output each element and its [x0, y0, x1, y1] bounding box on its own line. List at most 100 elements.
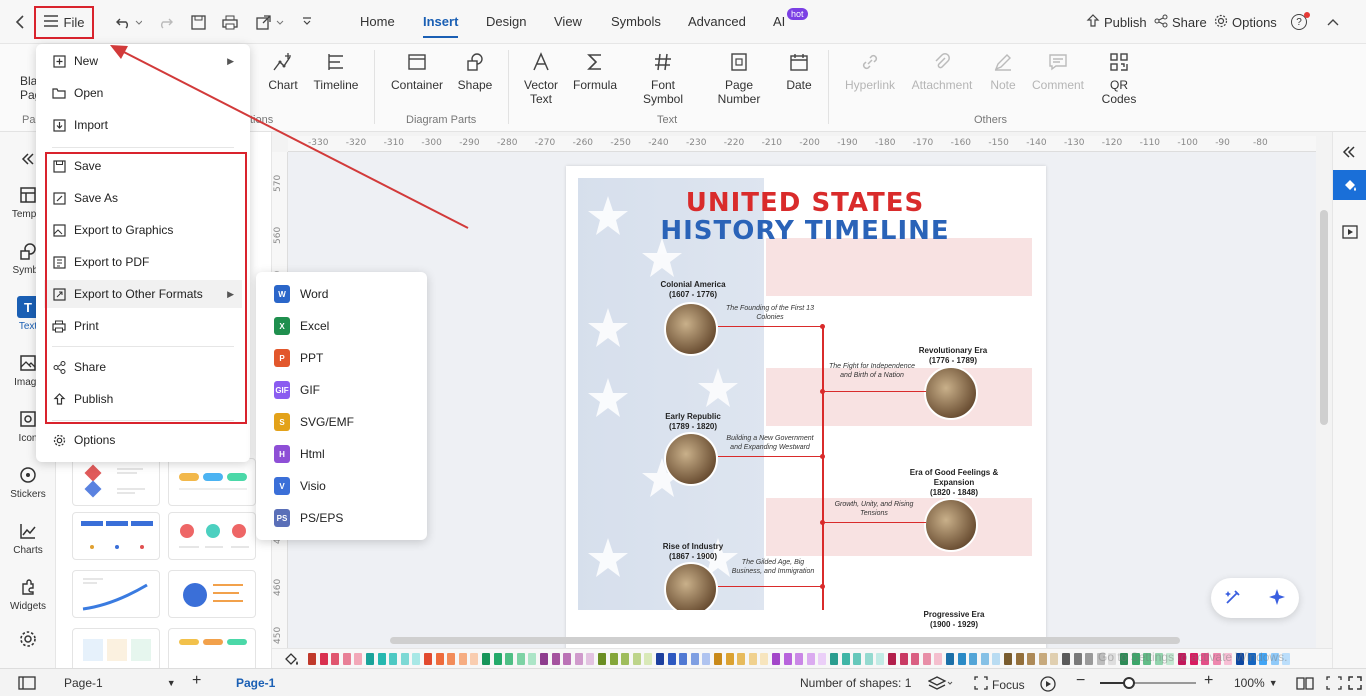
- color-swatch[interactable]: [656, 653, 664, 665]
- color-swatch[interactable]: [540, 653, 548, 665]
- color-swatch[interactable]: [969, 653, 978, 665]
- sidebar-item-charts[interactable]: Charts: [0, 520, 56, 556]
- color-swatch[interactable]: [482, 653, 490, 665]
- color-swatch[interactable]: [400, 653, 409, 665]
- vector-text-button[interactable]: Vector Text: [522, 50, 560, 106]
- color-swatch[interactable]: [714, 653, 722, 665]
- drawing-canvas[interactable]: UNITED STATES HISTORY TIMELINE Colonial …: [288, 152, 1316, 648]
- color-swatch[interactable]: [806, 653, 815, 665]
- color-swatch[interactable]: [516, 653, 525, 665]
- template-thumbnail[interactable]: [72, 458, 160, 506]
- color-swatch[interactable]: [389, 653, 398, 665]
- color-swatch[interactable]: [342, 653, 351, 665]
- attachment-button[interactable]: Attachment: [910, 50, 974, 92]
- color-swatch[interactable]: [679, 653, 688, 665]
- color-swatch[interactable]: [424, 653, 432, 665]
- color-swatch[interactable]: [505, 653, 514, 665]
- submenu-item-html[interactable]: H Html: [256, 440, 427, 468]
- ai-edit-icon[interactable]: [1223, 587, 1243, 610]
- page-number-button[interactable]: Page Number: [714, 50, 764, 106]
- menu-item-publish[interactable]: Publish: [36, 385, 250, 413]
- fullscreen-icon[interactable]: [1348, 676, 1362, 690]
- color-swatch[interactable]: [1050, 653, 1059, 665]
- color-swatch[interactable]: [946, 653, 954, 665]
- menu-item-export-other[interactable]: Export to Other Formats ▶: [44, 280, 242, 308]
- submenu-item-visio[interactable]: V Visio: [256, 472, 427, 500]
- zoom-level[interactable]: 100% ▼: [1234, 676, 1278, 690]
- tab-home[interactable]: Home: [360, 14, 395, 29]
- more-chevron-icon[interactable]: [298, 12, 316, 32]
- print-icon[interactable]: [220, 12, 240, 32]
- color-swatch[interactable]: [308, 653, 316, 665]
- color-swatch[interactable]: [922, 653, 931, 665]
- submenu-item-word[interactable]: W Word: [256, 280, 427, 308]
- layout-toggle-icon[interactable]: [18, 676, 36, 690]
- timeline-poster[interactable]: UNITED STATES HISTORY TIMELINE Colonial …: [578, 178, 1032, 610]
- color-swatch[interactable]: [772, 653, 780, 665]
- zoom-slider-handle[interactable]: [1122, 677, 1135, 689]
- chart-button[interactable]: Chart: [266, 50, 300, 92]
- color-swatch[interactable]: [377, 653, 386, 665]
- color-swatch[interactable]: [563, 653, 572, 665]
- presentation-icon[interactable]: [1342, 224, 1358, 243]
- paint-bucket-icon[interactable]: [284, 652, 300, 669]
- color-swatch[interactable]: [1015, 653, 1024, 665]
- menu-item-options[interactable]: Options: [36, 426, 250, 454]
- page-select[interactable]: Page-1 ▼: [64, 676, 176, 690]
- template-thumbnail[interactable]: [168, 628, 256, 668]
- template-thumbnail[interactable]: [168, 512, 256, 560]
- tab-insert[interactable]: Insert: [423, 14, 459, 38]
- color-swatch[interactable]: [748, 653, 757, 665]
- color-swatch[interactable]: [934, 653, 943, 665]
- color-swatch[interactable]: [795, 653, 804, 665]
- page-tab-active[interactable]: Page-1: [236, 676, 275, 690]
- tab-symbols[interactable]: Symbols: [611, 14, 661, 29]
- color-swatch[interactable]: [864, 653, 873, 665]
- document-page[interactable]: UNITED STATES HISTORY TIMELINE Colonial …: [566, 166, 1046, 648]
- shape-button[interactable]: Shape: [456, 50, 494, 92]
- menu-item-save[interactable]: Save: [36, 152, 250, 180]
- color-swatch[interactable]: [760, 653, 769, 665]
- color-swatch[interactable]: [447, 653, 456, 665]
- color-swatch[interactable]: [737, 653, 746, 665]
- submenu-item-ppt[interactable]: P PPT: [256, 344, 427, 372]
- menu-item-share[interactable]: Share: [36, 353, 250, 381]
- menu-item-open[interactable]: Open: [36, 79, 250, 107]
- color-swatch[interactable]: [980, 653, 989, 665]
- share-button[interactable]: Share: [1154, 14, 1207, 31]
- redo-icon[interactable]: [156, 12, 176, 32]
- color-swatch[interactable]: [911, 653, 920, 665]
- color-swatch[interactable]: [632, 653, 641, 665]
- date-button[interactable]: Date: [784, 50, 814, 92]
- menu-item-print[interactable]: Print: [36, 312, 250, 340]
- color-swatch[interactable]: [586, 653, 595, 665]
- color-swatch[interactable]: [644, 653, 653, 665]
- play-icon[interactable]: [1040, 676, 1056, 692]
- color-swatch[interactable]: [354, 653, 363, 665]
- color-swatch[interactable]: [783, 653, 792, 665]
- hyperlink-button[interactable]: Hyperlink: [842, 50, 898, 92]
- submenu-item-svg-emf[interactable]: S SVG/EMF: [256, 408, 427, 436]
- color-swatch[interactable]: [598, 653, 606, 665]
- add-page-button[interactable]: +: [192, 672, 201, 690]
- color-swatch[interactable]: [458, 653, 467, 665]
- export-icon[interactable]: [254, 12, 286, 32]
- book-view-icon[interactable]: [1296, 676, 1314, 690]
- undo-icon[interactable]: [114, 12, 144, 32]
- sidebar-item-stickers[interactable]: Stickers: [0, 464, 56, 500]
- color-swatch[interactable]: [725, 653, 734, 665]
- color-swatch[interactable]: [366, 653, 374, 665]
- color-swatch[interactable]: [702, 653, 711, 665]
- ai-sparkle-icon[interactable]: [1267, 587, 1287, 610]
- vertical-scrollbar[interactable]: [1320, 210, 1328, 425]
- zoom-slider[interactable]: [1100, 677, 1196, 689]
- tab-view[interactable]: View: [554, 14, 582, 29]
- color-swatch[interactable]: [841, 653, 850, 665]
- font-symbol-button[interactable]: Font Symbol: [636, 50, 690, 106]
- template-thumbnail[interactable]: [72, 512, 160, 560]
- menu-item-export-pdf[interactable]: Export to PDF: [36, 248, 250, 276]
- color-swatch[interactable]: [331, 653, 340, 665]
- color-swatch[interactable]: [888, 653, 896, 665]
- tab-advanced[interactable]: Advanced: [688, 14, 746, 29]
- template-thumbnail[interactable]: [72, 570, 160, 618]
